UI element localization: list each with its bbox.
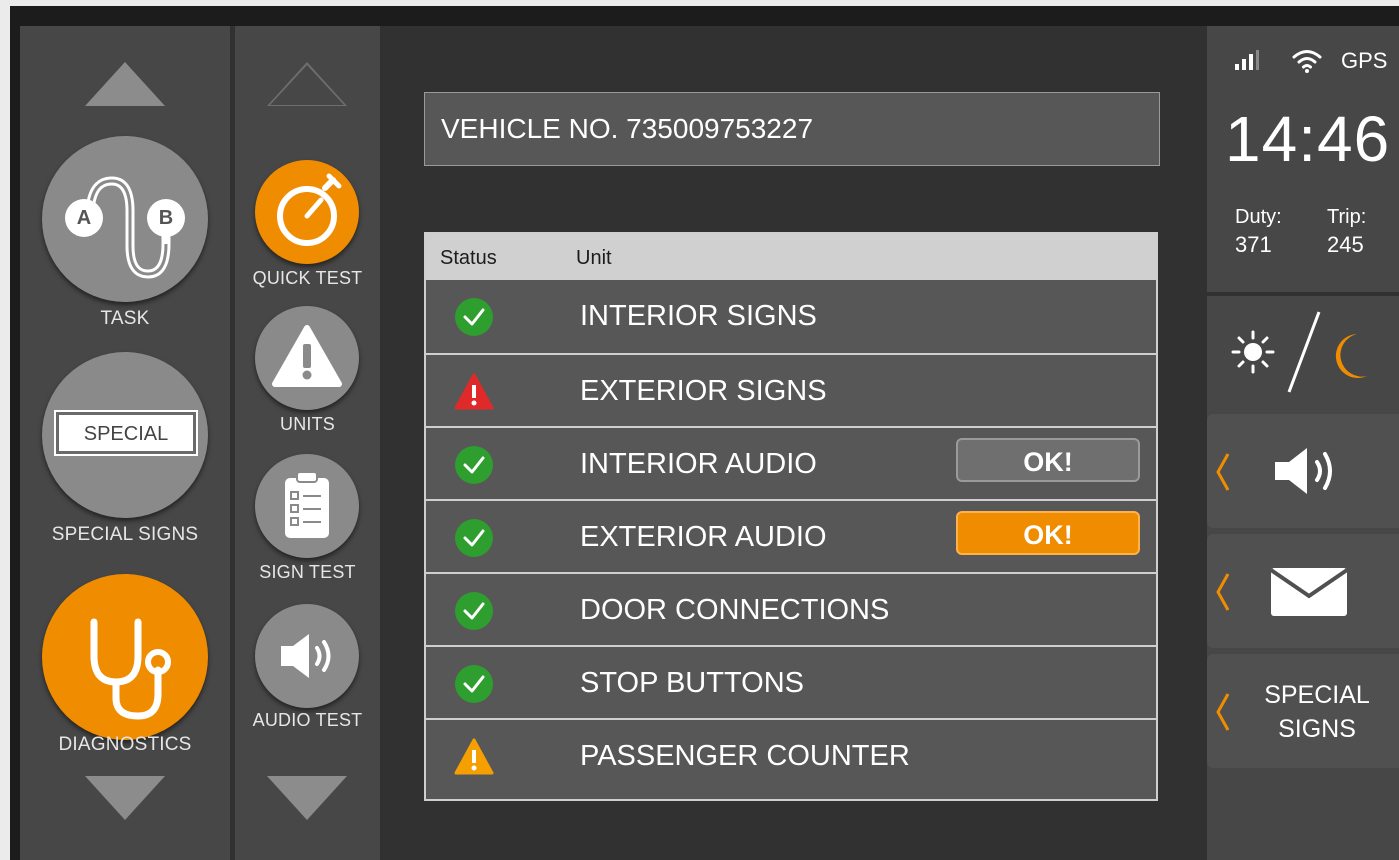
speaker-icon	[1275, 448, 1332, 494]
special-signs-button[interactable]: SPECIAL	[42, 352, 208, 518]
table-row[interactable]: DOOR CONNECTIONS	[426, 572, 1156, 645]
sun-moon-icon	[1231, 311, 1367, 393]
stopwatch-icon	[277, 173, 342, 246]
special-badge-text: SPECIAL	[83, 423, 169, 445]
table-row[interactable]: PASSENGER COUNTER	[426, 718, 1156, 799]
quick-test-button[interactable]	[255, 160, 359, 264]
status-panel: GPS 14:46 Duty: Trip: 371 245 SPECIAL SI…	[1207, 26, 1399, 860]
duty-value: 371	[1235, 232, 1272, 257]
trip-value: 245	[1327, 232, 1364, 257]
units-button[interactable]	[255, 306, 359, 410]
route-icon	[65, 176, 185, 279]
signal-strength-icon	[1235, 50, 1259, 70]
table-row[interactable]: STOP BUTTONS	[426, 645, 1156, 718]
gps-indicator: GPS	[1341, 48, 1388, 73]
scroll-up-arrow[interactable]	[85, 62, 165, 106]
table-header: Status Unit	[426, 234, 1156, 280]
units-label: UNITS	[280, 414, 335, 434]
trip-label: Trip:	[1327, 206, 1367, 228]
unit-column-header: Unit	[576, 247, 612, 269]
messages-button[interactable]	[1207, 534, 1399, 648]
error-icon	[454, 372, 494, 412]
route-end-label: B	[158, 207, 174, 229]
table-row[interactable]: INTERIOR SIGNS	[426, 280, 1156, 353]
ok-check-icon	[454, 664, 494, 704]
warning-icon	[272, 325, 342, 387]
chevron-left-icon	[1216, 693, 1230, 731]
clipboard-icon	[285, 471, 329, 538]
exterior-audio-ok-button[interactable]: OK!	[956, 511, 1140, 555]
audio-test-button[interactable]	[255, 604, 359, 708]
diagnostics-button[interactable]	[42, 574, 208, 740]
duty-label: Duty:	[1235, 206, 1282, 228]
task-button[interactable]: A B	[42, 136, 208, 302]
diagnostics-label: DIAGNOSTICS	[58, 734, 192, 755]
sign-test-button[interactable]	[255, 454, 359, 558]
screen: A B TASK SPECIAL SPECIAL SIGNS DIAGNOSTI…	[20, 26, 1399, 860]
unit-name: EXTERIOR SIGNS	[580, 375, 827, 407]
caution-icon	[454, 737, 494, 777]
wifi-icon	[1292, 50, 1322, 73]
chevron-left-icon	[1216, 573, 1230, 611]
diagnostics-subnav: QUICK TEST UNITS SIGN TEST AUDIO TEST	[235, 26, 380, 860]
subnav-scroll-down-arrow[interactable]	[267, 776, 347, 820]
route-start-label: A	[76, 207, 92, 229]
special-signs-line1: SPECIAL	[1264, 681, 1370, 709]
special-signs-line2: SIGNS	[1278, 715, 1356, 743]
unit-name: PASSENGER COUNTER	[580, 740, 910, 772]
ok-check-icon	[454, 591, 494, 631]
unit-name: INTERIOR SIGNS	[580, 300, 817, 332]
unit-name: EXTERIOR AUDIO	[580, 521, 827, 553]
day-night-toggle[interactable]	[1207, 296, 1399, 408]
unit-name: INTERIOR AUDIO	[580, 448, 817, 480]
special-signs-label: SPECIAL SIGNS	[51, 524, 199, 545]
scroll-down-arrow[interactable]	[85, 776, 165, 820]
audio-test-label: AUDIO TEST	[252, 710, 363, 730]
envelope-icon	[1269, 568, 1349, 616]
table-row[interactable]: EXTERIOR SIGNS	[426, 353, 1156, 426]
quick-test-label: QUICK TEST	[252, 268, 363, 288]
chevron-left-icon	[1216, 453, 1230, 491]
table-row[interactable]: INTERIOR AUDIO OK!	[426, 426, 1156, 499]
clock-time: 14:46	[1225, 103, 1391, 175]
main-nav: A B TASK SPECIAL SPECIAL SIGNS DIAGNOSTI…	[20, 26, 230, 860]
units-status-table: Status Unit INTERIOR SIGNS EXTERIOR SIGN…	[424, 232, 1158, 801]
interior-audio-ok-button[interactable]: OK!	[956, 438, 1140, 482]
sign-test-label: SIGN TEST	[259, 562, 356, 582]
status-column-header: Status	[440, 247, 497, 269]
task-label: TASK	[100, 308, 150, 329]
vehicle-number-box: VEHICLE NO. 735009753227	[424, 92, 1160, 166]
stethoscope-icon	[90, 618, 171, 720]
ok-check-icon	[454, 518, 494, 558]
ok-check-icon	[454, 445, 494, 485]
special-signs-panel-label: SPECIAL SIGNS	[1257, 678, 1377, 746]
subnav-scroll-up-arrow[interactable]	[267, 62, 347, 106]
unit-name: DOOR CONNECTIONS	[580, 594, 890, 626]
special-signs-panel-button[interactable]: SPECIAL SIGNS	[1207, 654, 1399, 768]
vehicle-number: VEHICLE NO. 735009753227	[441, 113, 814, 144]
ok-check-icon	[454, 297, 494, 337]
unit-name: STOP BUTTONS	[580, 667, 804, 699]
table-row[interactable]: EXTERIOR AUDIO OK!	[426, 499, 1156, 572]
audio-panel-button[interactable]	[1207, 414, 1399, 528]
speaker-icon	[281, 634, 331, 678]
device-frame: A B TASK SPECIAL SPECIAL SIGNS DIAGNOSTI…	[10, 6, 1399, 860]
special-sign-badge: SPECIAL	[56, 412, 196, 454]
